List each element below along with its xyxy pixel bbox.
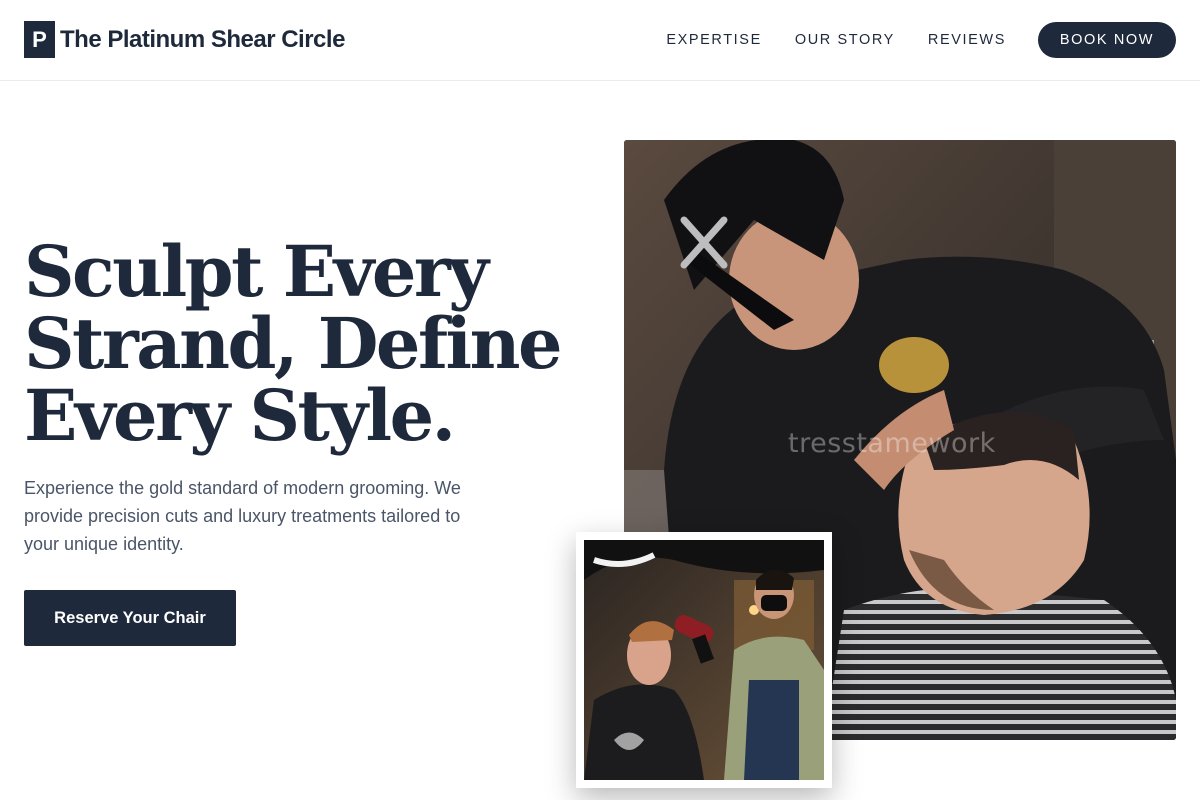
nav-link-reviews[interactable]: REVIEWS <box>928 32 1006 48</box>
hero-inset-image-frame <box>576 532 832 788</box>
blowdry-scene-illustration <box>584 540 824 780</box>
nav-link-our-story[interactable]: OUR STORY <box>795 32 895 48</box>
reserve-chair-button[interactable]: Reserve Your Chair <box>24 590 236 646</box>
nav-link-expertise[interactable]: EXPERTISE <box>666 32 762 48</box>
brand-mark: P <box>24 21 55 58</box>
main-nav: EXPERTISE OUR STORY REVIEWS BOOK NOW <box>666 22 1176 58</box>
brand-name: The Platinum Shear Circle <box>60 25 345 53</box>
brand-logo[interactable]: P The Platinum Shear Circle <box>24 21 345 58</box>
book-now-button[interactable]: BOOK NOW <box>1038 22 1176 58</box>
image-watermark: tresstamework <box>788 428 996 459</box>
site-header: P The Platinum Shear Circle EXPERTISE OU… <box>0 0 1200 81</box>
hero-title: Sculpt Every Strand, Define Every Style. <box>24 230 563 457</box>
hero-inset-image <box>584 540 824 780</box>
hero-description: Experience the gold standard of modern g… <box>24 478 461 554</box>
